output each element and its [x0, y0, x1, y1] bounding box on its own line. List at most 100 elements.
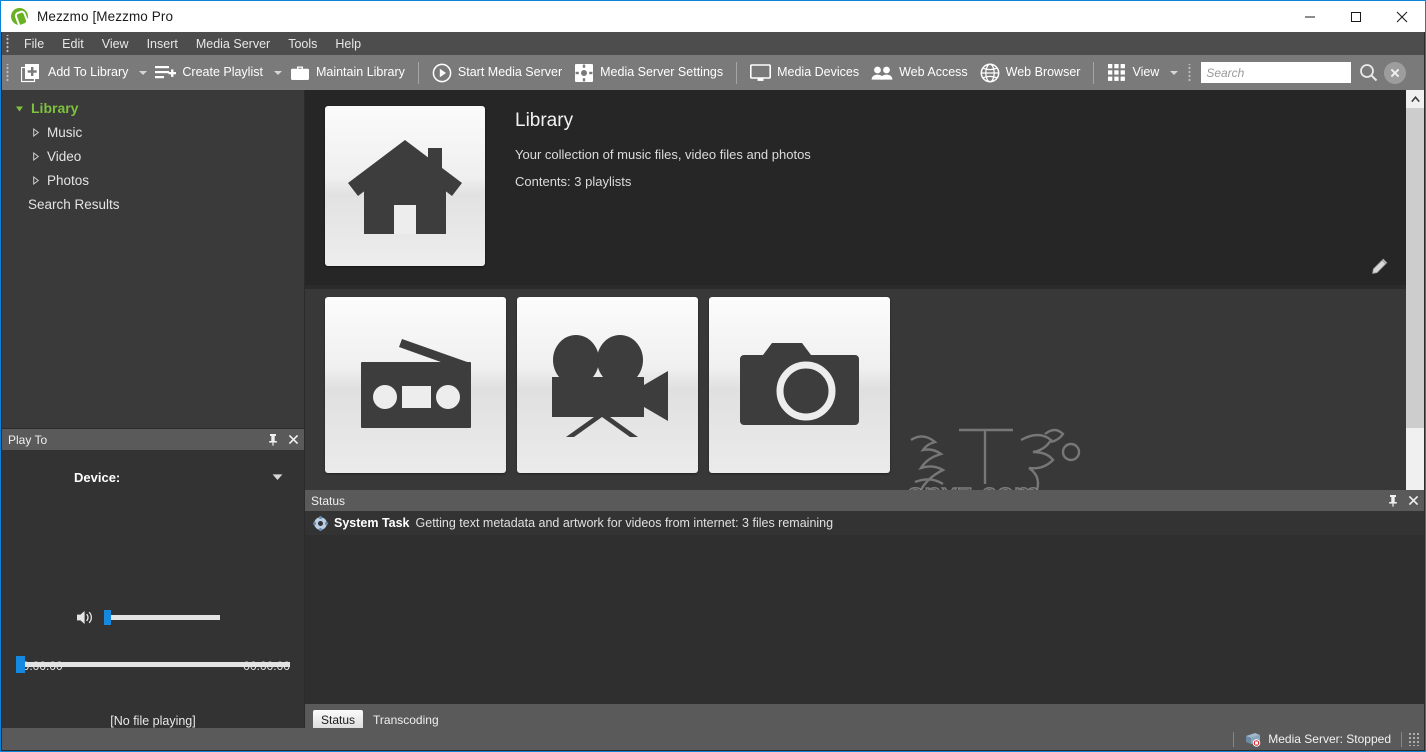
menu-insert[interactable]: Insert — [138, 34, 187, 54]
menu-view[interactable]: View — [93, 34, 138, 54]
search-input[interactable] — [1201, 62, 1352, 83]
movie-camera-icon — [551, 335, 668, 437]
create-playlist-button[interactable]: Create Playlist — [149, 59, 269, 87]
web-browser-button[interactable]: Web Browser — [974, 59, 1087, 87]
chevron-right-icon[interactable] — [28, 127, 42, 137]
search-drag-grip[interactable] — [1186, 63, 1196, 82]
status-bar-right: Media Server: Stopped — [1233, 731, 1424, 747]
volume-slider-track[interactable] — [104, 610, 220, 625]
add-to-library-button[interactable]: Add To Library — [15, 59, 134, 87]
chevron-right-icon[interactable] — [28, 151, 42, 161]
menu-file[interactable]: File — [15, 34, 53, 54]
volume-slider-thumb[interactable] — [104, 610, 111, 625]
web-access-button[interactable]: Web Access — [865, 59, 974, 87]
maintain-library-button[interactable]: Maintain Library — [284, 59, 411, 87]
menu-media-server[interactable]: Media Server — [187, 34, 279, 54]
sidebar-item-photos[interactable]: Photos — [2, 168, 304, 192]
maintain-library-label: Maintain Library — [315, 65, 405, 80]
media-server-status[interactable]: Media Server: Stopped — [1234, 732, 1401, 747]
application-window: Mezzmo [Mezzmo Pro File Edit View Insert… — [0, 0, 1426, 752]
seek-slider-thumb[interactable] — [16, 656, 25, 673]
speaker-icon[interactable] — [76, 609, 96, 626]
sidebar-item-label: Music — [47, 124, 83, 140]
web-browser-label: Web Browser — [1005, 65, 1081, 80]
media-server-status-label: Media Server: Stopped — [1268, 732, 1391, 746]
tab-status[interactable]: Status — [313, 710, 364, 729]
clear-search-icon[interactable] — [1384, 61, 1407, 84]
chevron-right-icon[interactable] — [28, 175, 42, 185]
create-playlist-icon — [155, 64, 177, 82]
sidebar-item-music[interactable]: Music — [2, 120, 304, 144]
now-playing-label: [No file playing] — [110, 714, 196, 728]
close-button[interactable] — [1379, 1, 1425, 32]
seek-bar[interactable] — [16, 656, 290, 673]
thumbnail-photos[interactable] — [709, 297, 890, 473]
maximize-button[interactable] — [1333, 1, 1379, 32]
chevron-down-icon[interactable] — [268, 469, 286, 485]
pencil-icon[interactable] — [1368, 255, 1390, 277]
play-to-body: Device: 00:00:00 — [2, 469, 304, 748]
view-dropdown-icon[interactable] — [1170, 70, 1179, 75]
status-task-name: System Task — [334, 516, 410, 530]
window-controls — [1287, 1, 1425, 32]
start-media-server-button[interactable]: Start Media Server — [426, 59, 568, 87]
media-server-settings-label: Media Server Settings — [600, 65, 724, 80]
sidebar-item-label: Search Results — [28, 196, 120, 212]
view-label: View — [1132, 65, 1160, 80]
resize-grip[interactable] — [1408, 732, 1420, 746]
create-playlist-label: Create Playlist — [182, 65, 263, 80]
tab-transcoding[interactable]: Transcoding — [365, 710, 447, 729]
chevron-down-icon[interactable] — [12, 104, 26, 113]
close-icon[interactable] — [284, 431, 302, 449]
device-selector[interactable]: Device: — [2, 469, 304, 485]
status-panel-title: Status — [311, 493, 346, 508]
toolbar-separator-2 — [736, 61, 738, 84]
scrollbar-thumb[interactable] — [1406, 108, 1424, 428]
title-bar: Mezzmo [Mezzmo Pro — [1, 1, 1425, 32]
library-subtitle: Your collection of music files, video fi… — [515, 147, 811, 162]
menu-drag-grip[interactable] — [4, 34, 13, 53]
status-panel-header: Status — [305, 490, 1424, 511]
pin-icon[interactable] — [1384, 492, 1402, 510]
briefcase-icon — [290, 64, 310, 82]
status-row[interactable]: System Task Getting text metadata and ar… — [305, 511, 1424, 535]
monitor-icon — [750, 63, 772, 82]
menu-bar: File Edit View Insert Media Server Tools… — [2, 32, 1424, 55]
media-devices-label: Media Devices — [777, 65, 860, 80]
menu-edit[interactable]: Edit — [53, 34, 93, 54]
thumbnail-video[interactable] — [517, 297, 698, 473]
sidebar-item-library[interactable]: Library — [2, 96, 304, 120]
menu-help[interactable]: Help — [326, 34, 370, 54]
seek-slider-track[interactable] — [16, 656, 290, 673]
play-to-panel: Play To Device: [No file playing] — [2, 428, 304, 729]
library-contents: Contents: 3 playlists — [515, 174, 632, 189]
media-devices-button[interactable]: Media Devices — [744, 59, 865, 87]
add-to-library-icon — [21, 63, 42, 83]
create-playlist-dropdown-icon[interactable] — [273, 70, 282, 75]
status-panel: Status System Task Getting text metadata… — [305, 490, 1424, 729]
radio-icon — [360, 339, 471, 428]
status-task-message: Getting text metadata and artwork for vi… — [415, 516, 834, 530]
toolbar-separator-3 — [1093, 61, 1095, 84]
sidebar-item-label: Photos — [47, 172, 90, 188]
sidebar-item-video[interactable]: Video — [2, 144, 304, 168]
view-button[interactable]: View — [1101, 59, 1165, 87]
volume-control[interactable] — [2, 609, 304, 626]
web-access-label: Web Access — [899, 65, 968, 80]
toolbar-separator-1 — [417, 61, 419, 84]
menu-tools[interactable]: Tools — [279, 34, 326, 54]
pin-icon[interactable] — [264, 431, 282, 449]
minimize-button[interactable] — [1287, 1, 1333, 32]
toolbar-drag-grip[interactable] — [4, 63, 13, 82]
close-icon[interactable] — [1404, 492, 1422, 510]
thumbnail-list — [325, 297, 890, 473]
media-server-settings-button[interactable]: Media Server Settings — [568, 59, 729, 87]
scroll-up-icon[interactable] — [1406, 90, 1424, 108]
search-icon[interactable] — [1359, 63, 1378, 82]
thumbnail-music[interactable] — [325, 297, 506, 473]
start-media-server-label: Start Media Server — [457, 65, 563, 80]
gear-icon — [313, 515, 328, 531]
library-cover-tile[interactable] — [325, 106, 485, 266]
add-to-library-dropdown-icon[interactable] — [139, 70, 148, 75]
sidebar-item-search-results[interactable]: Search Results — [2, 192, 304, 216]
